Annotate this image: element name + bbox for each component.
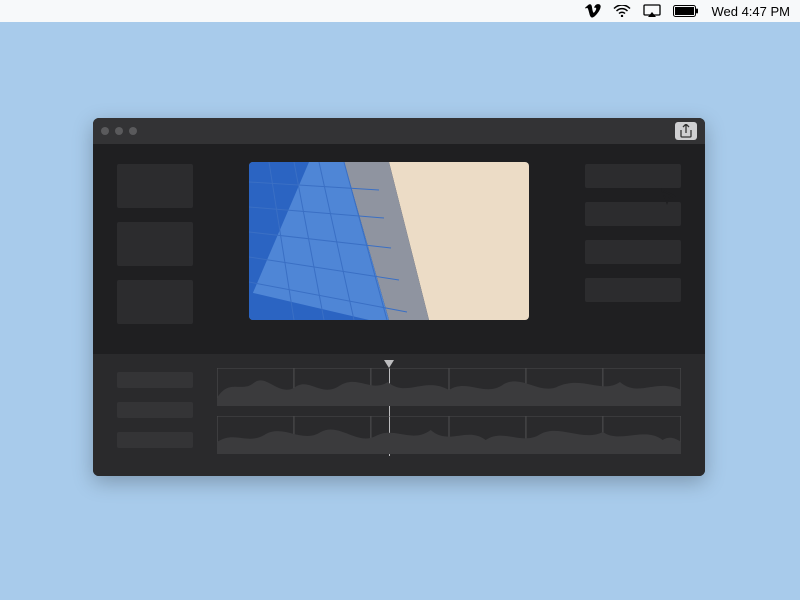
zoom-dot-icon[interactable] bbox=[129, 127, 137, 135]
preview-area bbox=[217, 162, 561, 342]
menubar-datetime[interactable]: Wed 4:47 PM bbox=[711, 4, 790, 19]
vimeo-icon[interactable] bbox=[585, 4, 601, 18]
right-panel-slot[interactable] bbox=[585, 164, 681, 188]
left-panel-slot[interactable] bbox=[117, 280, 193, 324]
tracks-area[interactable] bbox=[217, 368, 681, 466]
traffic-lights[interactable] bbox=[101, 127, 137, 135]
track-label[interactable] bbox=[117, 432, 193, 448]
left-panel-column bbox=[117, 162, 193, 342]
desktop bbox=[0, 22, 800, 600]
editor-upper bbox=[93, 144, 705, 354]
left-panel-slot[interactable] bbox=[117, 222, 193, 266]
video-editor-window bbox=[93, 118, 705, 476]
airplay-icon[interactable] bbox=[643, 4, 661, 18]
wifi-icon[interactable] bbox=[613, 5, 631, 17]
track-label[interactable] bbox=[117, 402, 193, 418]
timeline-panel bbox=[93, 354, 705, 476]
right-panel-slot[interactable] bbox=[585, 240, 681, 264]
audio-track[interactable] bbox=[217, 416, 681, 454]
video-preview[interactable] bbox=[249, 162, 529, 320]
track-label-column bbox=[117, 368, 193, 466]
share-button[interactable] bbox=[675, 122, 697, 140]
audio-track[interactable] bbox=[217, 368, 681, 406]
window-titlebar[interactable] bbox=[93, 118, 705, 144]
right-panel-slot[interactable] bbox=[585, 278, 681, 302]
cursor-icon bbox=[660, 188, 678, 206]
minimize-dot-icon[interactable] bbox=[115, 127, 123, 135]
track-label[interactable] bbox=[117, 372, 193, 388]
macos-menubar: Wed 4:47 PM bbox=[0, 0, 800, 22]
left-panel-slot[interactable] bbox=[117, 164, 193, 208]
close-dot-icon[interactable] bbox=[101, 127, 109, 135]
battery-icon[interactable] bbox=[673, 5, 699, 17]
